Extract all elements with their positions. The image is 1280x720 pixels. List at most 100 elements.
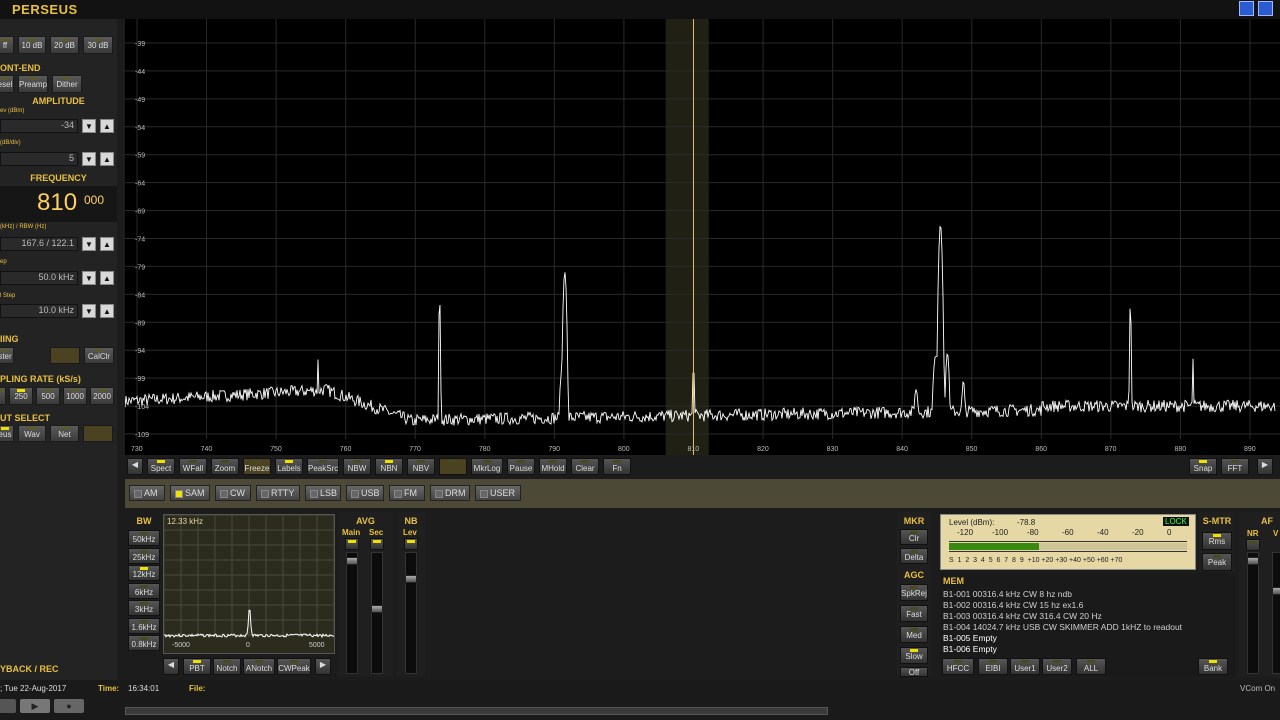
playback-position-bar[interactable] <box>125 707 828 715</box>
rate-125-button[interactable] <box>0 387 6 405</box>
avg-main-toggle[interactable] <box>345 538 359 550</box>
filter-pbt-button[interactable]: PBT <box>183 658 211 675</box>
mode-lsb-button[interactable]: LSB <box>305 485 341 501</box>
nr-slider[interactable] <box>1247 552 1259 674</box>
nb-level-slider[interactable] <box>405 552 417 674</box>
presel-button[interactable]: esel <box>0 75 14 93</box>
mode-drm-button[interactable]: DRM <box>430 485 470 501</box>
scale-down-button[interactable]: ▼ <box>82 152 96 166</box>
mode-am-button[interactable]: AM <box>129 485 165 501</box>
rate-500-button[interactable]: 500 <box>36 387 60 405</box>
mode-sam-button[interactable]: SAM <box>170 485 210 501</box>
bw-6khz-button[interactable]: 6kHz <box>128 582 160 599</box>
span-down-button[interactable]: ▼ <box>82 237 96 251</box>
bw-50khz-button[interactable]: 50kHz <box>128 530 160 546</box>
ref-level-up-button[interactable]: ▲ <box>100 119 114 133</box>
input-wav-button[interactable]: Wav <box>18 425 46 442</box>
toolbar-button-blank-9[interactable] <box>439 458 467 475</box>
smtr-peak-button[interactable]: Peak <box>1202 553 1232 571</box>
mode-fm-button[interactable]: FM <box>389 485 425 501</box>
toolbar-button-pause[interactable]: Pause <box>507 458 535 475</box>
toolbar-button-fn[interactable]: Fn <box>603 458 631 475</box>
avg-sec-slider[interactable] <box>371 552 383 674</box>
atten-10db-button[interactable]: 10 dB <box>18 36 46 54</box>
agc-off-button[interactable]: Off <box>900 667 928 677</box>
playback-prev-button[interactable] <box>0 699 16 713</box>
spectrum-display[interactable]: -39 -44 -49 -54 -59 -64 -69 -74 -79 -84 -89 -94 -99 -… <box>125 19 1280 455</box>
smtr-rms-button[interactable]: Rms <box>1202 532 1232 550</box>
mem-eibi-button[interactable]: EIBI <box>978 658 1008 675</box>
frequency-display[interactable]: 810 000 <box>0 186 117 222</box>
ref-level-down-button[interactable]: ▼ <box>82 119 96 133</box>
rate-1000-button[interactable]: 1000 <box>63 387 87 405</box>
mem-entry[interactable]: B1-001 00316.4 kHz CW 8 hz ndb <box>943 589 1072 599</box>
scroll-left-button[interactable]: ◀ <box>127 458 143 475</box>
step-up-button[interactable]: ▲ <box>100 271 114 285</box>
nr-slider-thumb[interactable] <box>1247 557 1259 565</box>
preamp-button[interactable]: Preamp <box>18 75 48 93</box>
agc-slow-button[interactable]: Slow <box>900 647 928 664</box>
bw-1-6khz-button[interactable]: 1.6kHz <box>128 617 160 634</box>
spectrum-plot[interactable]: -39 -44 -49 -54 -59 -64 -69 -74 -79 -84 -89 -94 -99 -… <box>125 19 1280 455</box>
avg-sec-slider-thumb[interactable] <box>371 605 383 613</box>
dither-button[interactable]: Dither <box>52 75 82 93</box>
mem-entry[interactable]: B1-004 14024.7 kHz USB CW SKIMMER ADD 1k… <box>943 622 1182 632</box>
mem-entry[interactable]: B1-003 00316.4 kHz CW 316.4 CW 20 Hz <box>943 611 1102 621</box>
bw-12khz-button[interactable]: 12kHz <box>128 565 160 581</box>
mem-entry[interactable]: B1-006 Empty <box>943 644 997 654</box>
agc-spkrej-button[interactable]: SpkRej <box>900 584 928 601</box>
atten-30db-button[interactable]: 30 dB <box>83 36 113 54</box>
scroll-right-button[interactable]: ▶ <box>1257 458 1273 475</box>
mode-cw-button[interactable]: CW <box>215 485 251 501</box>
mem-entry[interactable]: B1-002 00316.4 kHz CW 15 hz ex1.6 <box>943 600 1083 610</box>
toolbar-button-nbv[interactable]: NBV <box>407 458 435 475</box>
scale-field[interactable]: 5 <box>0 152 78 166</box>
mem-user1-button[interactable]: User1 <box>1010 658 1040 675</box>
ref-level-field[interactable]: -34 <box>0 119 78 133</box>
record-button[interactable]: ● <box>54 699 84 713</box>
nb-level-slider-thumb[interactable] <box>405 575 417 583</box>
toolbar-button-peaksrc[interactable]: PeakSrc <box>307 458 339 475</box>
calclr-button[interactable]: CalClr <box>84 347 114 364</box>
toolbar-button-clear[interactable]: Clear <box>571 458 599 475</box>
maximize-button[interactable] <box>1258 1 1273 16</box>
toolbar-button-freeze[interactable]: Freeze <box>243 458 271 475</box>
step-field[interactable]: 50.0 kHz <box>0 271 78 285</box>
atten-off-button[interactable]: ff <box>0 36 14 54</box>
toolbar-button-zoom[interactable]: Zoom <box>211 458 239 475</box>
play-button[interactable]: ▶ <box>20 699 50 713</box>
nr-toggle[interactable] <box>1246 539 1260 551</box>
fine-step-down-button[interactable]: ▼ <box>82 304 96 318</box>
toolbar-button-wfall[interactable]: WFall <box>179 458 207 475</box>
input-disabled-button[interactable] <box>83 425 113 442</box>
span-up-button[interactable]: ▲ <box>100 237 114 251</box>
mkr-delta-button[interactable]: Delta <box>900 548 928 564</box>
mem-hfcc-button[interactable]: HFCC <box>942 658 974 675</box>
rate-2000-button[interactable]: 2000 <box>90 387 114 405</box>
toolbar-button-mhold[interactable]: MHold <box>539 458 567 475</box>
timing-ster-button[interactable]: ster <box>0 347 14 364</box>
mem-all-button[interactable]: ALL <box>1076 658 1106 675</box>
toolbar-button-mkrlog[interactable]: MkrLog <box>471 458 503 475</box>
mode-rtty-button[interactable]: RTTY <box>256 485 300 501</box>
scale-up-button[interactable]: ▲ <box>100 152 114 166</box>
toolbar-button-fft[interactable]: FFT <box>1221 458 1249 475</box>
timing-disabled-button[interactable] <box>50 347 80 364</box>
mkr-clr-button[interactable]: Clr <box>900 529 928 545</box>
nb-toggle[interactable] <box>404 538 418 550</box>
bw-filter-display[interactable]: 12.33 kHz -5000 0 5000 <box>163 514 335 654</box>
filter-scroll-left[interactable]: ◀ <box>163 658 179 675</box>
avg-main-slider-thumb[interactable] <box>346 557 358 565</box>
avg-main-slider[interactable] <box>346 552 358 674</box>
af-volume-slider-thumb[interactable] <box>1272 587 1280 595</box>
af-volume-slider[interactable] <box>1272 552 1280 674</box>
atten-20db-button[interactable]: 20 dB <box>50 36 79 54</box>
mode-usb-button[interactable]: USB <box>346 485 384 501</box>
bw-3khz-button[interactable]: 3kHz <box>128 600 160 616</box>
toolbar-button-snap[interactable]: Snap <box>1189 458 1217 475</box>
step-down-button[interactable]: ▼ <box>82 271 96 285</box>
toolbar-button-spect[interactable]: Spect <box>147 458 175 475</box>
filter-scroll-right[interactable]: ▶ <box>315 658 331 675</box>
minimize-button[interactable] <box>1239 1 1254 16</box>
toolbar-button-nbw[interactable]: NBW <box>343 458 371 475</box>
